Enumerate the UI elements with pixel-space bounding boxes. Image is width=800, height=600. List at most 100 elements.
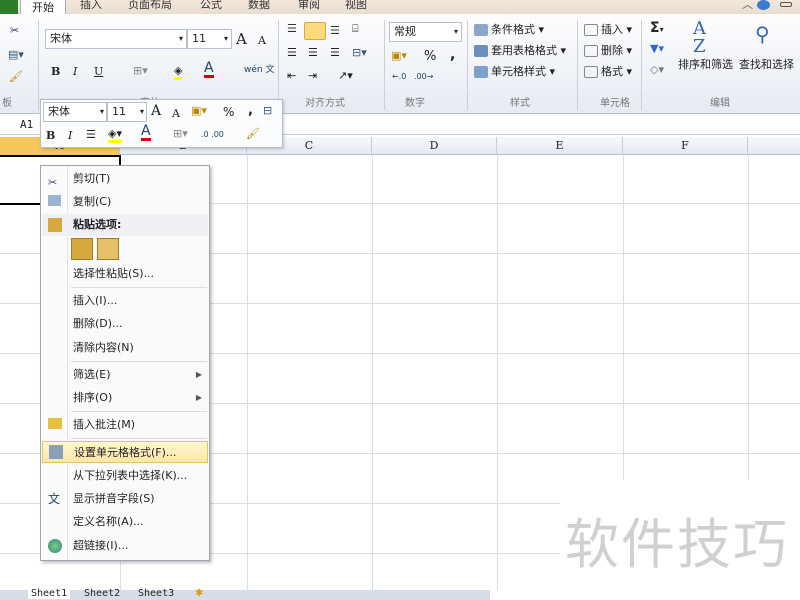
number-format-select[interactable]: 常规 ▾ [389,22,462,42]
increase-indent-icon[interactable]: ⇥ [308,69,317,82]
align-left-icon[interactable]: ☰ [287,46,297,59]
mini-accounting-icon[interactable]: ▣▾ [191,104,207,117]
cell-styles-button[interactable]: 单元格样式 ▾ [474,63,555,79]
phonetic-icon[interactable]: wén 文 [244,62,274,75]
align-bottom-icon[interactable]: ☰ [330,24,340,37]
mini-italic-button[interactable]: I [68,129,72,142]
find-select-button[interactable]: 查找和选择 [739,56,794,72]
menu-item-cut[interactable]: ✂ 剪切(T) [42,168,208,190]
bold-button[interactable]: B [51,65,60,78]
menu-item-hyperlink[interactable]: 超链接(I)... [42,535,208,557]
mini-comma-button[interactable]: , [248,103,253,118]
menu-item-clear-contents[interactable]: 清除内容(N) [42,337,208,359]
number-format-value: 常规 [394,25,416,38]
menu-item-sort[interactable]: 排序(O) ▶ [42,387,208,409]
paste-icon [48,218,62,232]
align-middle-button[interactable] [304,22,326,40]
menu-label: 复制(C) [73,195,112,208]
format-painter-icon[interactable]: 🖌 [9,70,23,83]
autosum-button[interactable]: Σ▾ [650,20,664,36]
new-sheet-icon[interactable]: ✱ [195,588,203,599]
group-label-clipboard: 板 [2,98,12,109]
italic-button[interactable]: I [73,65,77,78]
mini-format-painter-icon[interactable]: 🖌 [246,127,260,140]
paste-option-values-icon[interactable] [97,238,119,260]
tab-insert[interactable]: 插入 [80,0,102,10]
minimize-ribbon-icon[interactable]: ︿ [742,0,753,10]
menu-item-paste-special[interactable]: 选择性粘贴(S)... [42,263,208,285]
format-as-table-button[interactable]: 套用表格格式 ▾ [474,42,566,58]
decrease-decimal-icon[interactable]: .00→ [414,72,433,81]
align-top-icon[interactable]: ☰ [287,22,297,35]
wrap-text-icon[interactable]: ⌸ [352,22,359,36]
decrease-indent-icon[interactable]: ⇤ [287,69,296,82]
menu-item-copy[interactable]: 复制(C) [42,191,208,213]
mini-percent-button[interactable]: % [223,105,234,119]
merge-center-icon[interactable]: ⊟▾ [352,46,367,59]
mini-center-icon[interactable]: ☰ [86,128,96,141]
menu-item-define-name[interactable]: 定义名称(A)... [42,511,208,533]
borders-icon[interactable]: ⊞▾ [133,64,148,77]
window-restore-icon[interactable] [780,2,792,7]
decrease-font-button[interactable]: A [258,34,266,47]
mini-decimal-icons[interactable]: .0 .00 [201,130,224,139]
mini-fill-color-icon[interactable]: ◈▾ [108,127,122,143]
menu-item-pick-from-list[interactable]: 从下拉列表中选择(K)... [42,465,208,487]
sort-filter-button[interactable]: 排序和筛选 [678,56,733,72]
menu-item-delete[interactable]: 删除(D)... [42,313,208,335]
mini-font-color-icon[interactable]: A [141,124,151,141]
fill-icon[interactable]: ▼▾ [650,42,664,55]
delete-cells-icon [584,45,598,57]
mini-toolbar: 宋体 ▾ 11 ▾ A A ▣▾ % , ⊟ B I ☰ ◈▾ A ⊞▾ .0 .0… [40,99,283,148]
sheet-tab-sheet2[interactable]: Sheet2 [84,588,120,599]
mini-bold-button[interactable]: B [46,129,55,142]
mini-decrease-font-button[interactable]: A [172,107,180,120]
mini-font-size-select[interactable]: 11 ▾ [107,102,147,122]
sheet-tab-sheet1[interactable]: Sheet1 [28,588,71,599]
column-header-e[interactable]: E [497,137,623,155]
paste-option-default-icon[interactable] [71,238,93,260]
align-center-icon[interactable]: ☰ [308,46,318,59]
menu-item-insert[interactable]: 插入(I)... [42,290,208,312]
tab-review[interactable]: 审阅 [298,0,320,10]
help-icon[interactable] [757,0,770,10]
clear-icon[interactable]: ◇▾ [650,63,664,76]
align-right-icon[interactable]: ☰ [330,46,340,59]
tab-formulas[interactable]: 公式 [200,0,222,10]
menu-item-show-phonetic[interactable]: 文显示拼音字段(S) [42,488,208,510]
sheet-tab-sheet3[interactable]: Sheet3 [138,588,174,599]
tab-home[interactable]: 开始 [20,0,66,14]
font-color-icon[interactable]: A [204,61,214,78]
size-value: 11 [112,105,126,118]
menu-item-filter[interactable]: 筛选(E) ▶ [42,364,208,386]
mini-font-name-select[interactable]: 宋体 ▾ [43,102,107,122]
copy-icon [48,195,61,206]
delete-cells-button[interactable]: 删除 ▾ [584,42,632,58]
accounting-format-icon[interactable]: ▣▾ [391,49,407,62]
increase-font-button[interactable]: A [236,30,247,48]
cut-icon[interactable]: ✂ [10,24,19,37]
underline-button[interactable]: U [94,65,103,78]
tab-page-layout[interactable]: 页面布局 [128,0,172,10]
mini-increase-font-button[interactable]: A [151,103,161,119]
insert-cells-button[interactable]: 插入 ▾ [584,21,632,37]
font-name-select[interactable]: 宋体 ▾ [45,29,187,49]
mini-borders-icon[interactable]: ⊞▾ [173,127,188,140]
format-cells-button[interactable]: 格式 ▾ [584,63,632,79]
name-box[interactable]: A1 [20,118,33,131]
tab-view[interactable]: 视图 [345,0,367,10]
conditional-format-button[interactable]: 条件格式 ▾ [474,21,544,37]
increase-decimal-icon[interactable]: ←.0 [392,72,406,81]
comma-button[interactable]: , [450,47,455,63]
menu-item-format-cells[interactable]: 设置单元格格式(F)... [42,441,208,463]
column-header-f[interactable]: F [623,137,748,155]
tab-data[interactable]: 数据 [248,0,270,10]
font-size-select[interactable]: 11 ▾ [187,29,232,49]
copy-icon[interactable]: ▤▾ [8,48,24,61]
percent-button[interactable]: % [424,49,436,64]
column-header-d[interactable]: D [372,137,497,155]
mini-merge-icon[interactable]: ⊟ [263,104,272,117]
fill-color-icon[interactable]: ◈ [174,64,183,80]
orientation-icon[interactable]: ↗▾ [338,69,353,82]
menu-item-insert-comment[interactable]: 插入批注(M) [42,414,208,436]
